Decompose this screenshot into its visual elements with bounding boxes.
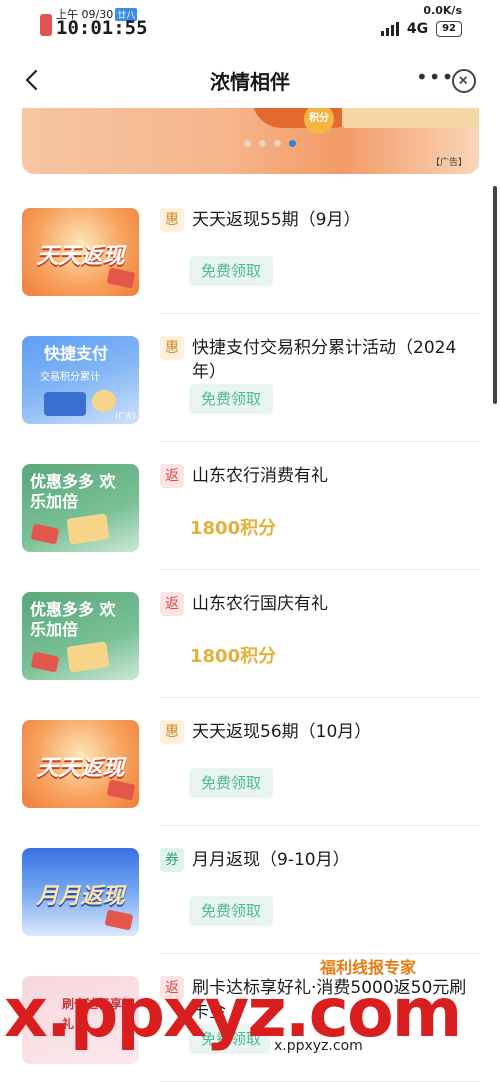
megaphone-icon bbox=[30, 523, 60, 545]
carousel-dots bbox=[244, 140, 296, 147]
thumbnail-text: 月月返现 bbox=[36, 884, 125, 909]
item-title: 天天返现56期（10月） bbox=[192, 722, 372, 742]
thumbnail-text: 优惠多多 欢乐加倍 bbox=[30, 600, 116, 639]
item-thumbnail: 天天返现 bbox=[22, 208, 139, 296]
item-thumbnail: 优惠多多 欢乐加倍 bbox=[22, 464, 139, 552]
item-thumbnail: 快捷支付 交易积分累计 [广告] bbox=[22, 336, 139, 424]
thumbnail-subtext: 交易积分累计 bbox=[40, 372, 100, 383]
status-left: 上午 09/30 廿八 10:01:55 bbox=[40, 6, 148, 39]
list-item[interactable]: 月月返现 券 月月返现（9-10月） 免费领取 bbox=[0, 826, 500, 954]
thumbnail-ad-label: [广告] bbox=[115, 412, 135, 420]
item-tag: 惠 bbox=[160, 208, 184, 232]
gift-card-icon bbox=[66, 513, 110, 545]
status-right: 0.0K/s 4G 92 bbox=[380, 4, 462, 37]
item-thumbnail: 优惠多多 欢乐加倍 bbox=[22, 592, 139, 680]
points-value: 1800积分 bbox=[190, 518, 277, 539]
item-title: 快捷支付交易积分累计活动（2024年） bbox=[192, 338, 457, 382]
item-tag: 返 bbox=[160, 464, 184, 488]
close-icon[interactable] bbox=[452, 69, 476, 93]
red-envelope-icon bbox=[106, 779, 136, 801]
banner-gift-box bbox=[342, 108, 479, 128]
status-row: 4G 92 bbox=[380, 21, 462, 37]
list-item[interactable]: 天天返现 惠 天天返现56期（10月） 免费领取 bbox=[0, 698, 500, 826]
thumbnail-text: 快捷支付 bbox=[44, 344, 109, 363]
device-illustration-icon bbox=[44, 392, 86, 416]
item-title: 月月返现（9-10月） bbox=[192, 850, 350, 870]
thumbnail-text: 优惠多多 欢乐加倍 bbox=[30, 472, 116, 511]
status-time: 10:01:55 bbox=[56, 17, 148, 39]
nav-bar: 浓情相伴 ••• bbox=[0, 52, 500, 108]
thumbnail-text: 天天返现 bbox=[36, 756, 125, 781]
item-tag: 券 bbox=[160, 848, 184, 872]
gift-card-icon bbox=[66, 641, 110, 673]
item-thumbnail: 月月返现 bbox=[22, 848, 139, 936]
item-title: 山东农行国庆有礼 bbox=[192, 594, 328, 614]
phone-icon bbox=[40, 14, 52, 36]
more-icon[interactable]: ••• bbox=[416, 67, 453, 92]
claim-button[interactable]: 免费领取 bbox=[189, 768, 273, 798]
watermark-url: x.ppxyz.com bbox=[270, 1038, 367, 1054]
red-envelope-icon bbox=[104, 909, 134, 931]
item-title: 山东农行消费有礼 bbox=[192, 466, 328, 486]
list-item[interactable]: 优惠多多 欢乐加倍 返 山东农行消费有礼 1800积分 bbox=[0, 442, 500, 570]
coin-stack-icon bbox=[90, 388, 118, 414]
red-envelope-icon bbox=[106, 267, 136, 289]
carousel-dot[interactable] bbox=[274, 140, 281, 147]
claim-button[interactable]: 免费领取 bbox=[189, 384, 273, 414]
carousel-dot[interactable] bbox=[259, 140, 266, 147]
network-type: 4G bbox=[406, 21, 429, 37]
list-item[interactable]: 天天返现 惠 天天返现55期（9月） 免费领取 bbox=[0, 186, 500, 314]
promo-banner[interactable]: 积分 【广告】 bbox=[22, 108, 479, 174]
item-title: 天天返现55期（9月） bbox=[192, 210, 361, 230]
item-tag: 惠 bbox=[160, 720, 184, 744]
watermark-overlay: 福利线报专家 x.ppxyz.com x.ppxyz.com bbox=[0, 954, 500, 1082]
net-speed: 0.0K/s bbox=[423, 4, 462, 17]
points-value: 1800积分 bbox=[190, 646, 277, 667]
list-item[interactable]: 快捷支付 交易积分累计 [广告] 惠 快捷支付交易积分累计活动（2024年） 免… bbox=[0, 314, 500, 442]
megaphone-icon bbox=[30, 651, 60, 673]
item-tag: 惠 bbox=[160, 336, 184, 360]
claim-button[interactable]: 免费领取 bbox=[189, 896, 273, 926]
battery-icon: 92 bbox=[436, 21, 462, 37]
status-bar: 上午 09/30 廿八 10:01:55 0.0K/s 4G 92 bbox=[0, 0, 500, 52]
item-tag: 返 bbox=[160, 592, 184, 616]
watermark-large: x.ppxyz.com bbox=[4, 974, 463, 1053]
item-thumbnail: 天天返现 bbox=[22, 720, 139, 808]
signal-icon bbox=[380, 22, 399, 36]
activity-list: 天天返现 惠 天天返现55期（9月） 免费领取 快捷支付 交易积分累计 [广告]… bbox=[0, 186, 500, 1082]
content-area: 积分 【广告】 天天返现 惠 天天返现55期（9月） 免费领取 快捷支付 交易积… bbox=[0, 108, 500, 1082]
carousel-dot[interactable] bbox=[244, 140, 251, 147]
carousel-dot-active[interactable] bbox=[289, 140, 296, 147]
list-item[interactable]: 优惠多多 欢乐加倍 返 山东农行国庆有礼 1800积分 bbox=[0, 570, 500, 698]
points-coin-icon: 积分 bbox=[304, 108, 334, 134]
claim-button[interactable]: 免费领取 bbox=[189, 256, 273, 286]
ad-label: 【广告】 bbox=[430, 158, 467, 168]
thumbnail-text: 天天返现 bbox=[36, 244, 125, 269]
